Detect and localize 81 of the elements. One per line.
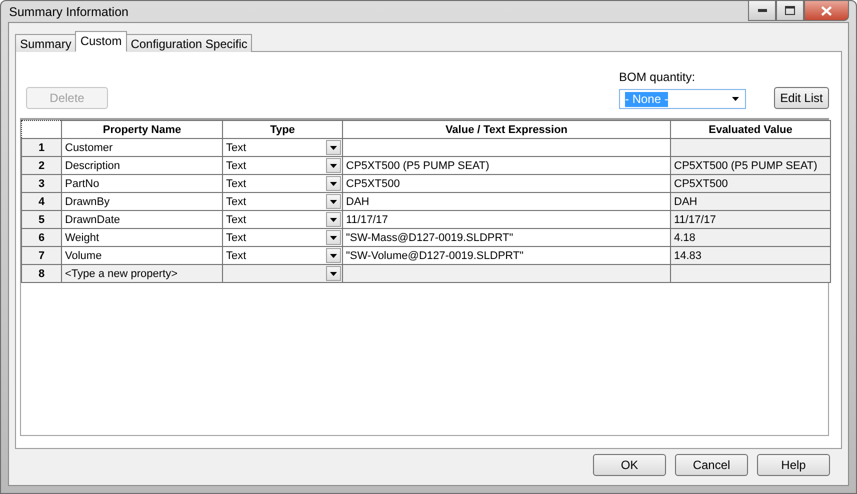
column-header: Value / Text Expression: [342, 120, 670, 138]
caret-icon: [330, 164, 337, 168]
value-cell[interactable]: "SW-Volume@D127-0019.SLDPRT": [342, 246, 670, 264]
dropdown-button[interactable]: [326, 140, 341, 155]
type-text: Text: [226, 196, 246, 208]
caret-icon: [330, 182, 337, 186]
type-cell[interactable]: Text: [222, 192, 342, 210]
column-header: Evaluated Value: [670, 120, 830, 138]
tab[interactable]: Summary: [15, 34, 76, 52]
evaluated-value-cell: DAH: [670, 192, 830, 210]
type-cell[interactable]: Text: [222, 246, 342, 264]
column-header: Type: [222, 120, 342, 138]
property-name-cell[interactable]: DrawnDate: [62, 210, 222, 228]
window-title: Summary Information: [8, 4, 128, 18]
type-cell[interactable]: Text: [222, 210, 342, 228]
property-name-cell[interactable]: Description: [62, 156, 222, 174]
dialog-button[interactable]: Help: [757, 454, 830, 476]
property-name-cell[interactable]: DrawnBy: [62, 192, 222, 210]
caret-icon: [330, 218, 337, 222]
close-icon: [821, 6, 832, 16]
type-text: Text: [226, 160, 246, 172]
row-number: 4: [22, 192, 62, 210]
dropdown-button[interactable]: [326, 248, 341, 263]
property-name-cell[interactable]: PartNo: [62, 174, 222, 192]
caret-icon: [330, 236, 337, 240]
minimize-button[interactable]: [748, 1, 776, 21]
column-header: Property Name: [62, 120, 222, 138]
value-cell[interactable]: 11/17/17: [342, 210, 670, 228]
edit-list-button[interactable]: Edit List: [774, 87, 829, 109]
type-text: Text: [226, 142, 246, 154]
evaluated-value-cell: CP5XT500: [670, 174, 830, 192]
caret-icon: [330, 254, 337, 258]
value-cell[interactable]: "SW-Mass@D127-0019.SLDPRT": [342, 228, 670, 246]
caret-icon: [330, 272, 337, 276]
row-number: 7: [22, 246, 62, 264]
row-number: 1: [22, 138, 62, 156]
dropdown-button[interactable]: [326, 212, 341, 227]
maximize-button[interactable]: [776, 1, 804, 21]
property-name-cell[interactable]: Weight: [62, 228, 222, 246]
property-name-cell[interactable]: Volume: [62, 246, 222, 264]
bom-quantity-label: BOM quantity:: [619, 70, 696, 84]
dropdown-button[interactable]: [326, 176, 341, 191]
row-number: 6: [22, 228, 62, 246]
evaluated-value-cell: 14.83: [670, 246, 830, 264]
value-cell[interactable]: [342, 264, 670, 282]
type-text: Text: [226, 214, 246, 226]
value-cell[interactable]: CP5XT500: [342, 174, 670, 192]
value-cell[interactable]: [342, 138, 670, 156]
type-text: Text: [226, 250, 246, 262]
evaluated-value-cell: 11/17/17: [670, 210, 830, 228]
type-cell[interactable]: Text: [222, 228, 342, 246]
caret-icon: [330, 146, 337, 150]
property-name-cell[interactable]: <Type a new property>: [62, 264, 222, 282]
evaluated-value-cell: CP5XT500 (P5 PUMP SEAT): [670, 156, 830, 174]
type-cell[interactable]: Text: [222, 156, 342, 174]
property-name-cell[interactable]: Customer: [62, 138, 222, 156]
minimize-icon: [758, 9, 766, 12]
tab[interactable]: Configuration Specific: [126, 34, 252, 52]
dialog-button[interactable]: Cancel: [675, 454, 748, 476]
type-cell[interactable]: Text: [222, 138, 342, 156]
type-cell[interactable]: Text: [222, 174, 342, 192]
row-number: 3: [22, 174, 62, 192]
value-cell[interactable]: DAH: [342, 192, 670, 210]
type-text: Text: [226, 178, 246, 190]
dialog-button[interactable]: OK: [593, 454, 666, 476]
caret-icon: [732, 97, 739, 101]
type-cell[interactable]: [222, 264, 342, 282]
tab[interactable]: Custom: [75, 31, 127, 52]
dropdown-button[interactable]: [326, 230, 341, 245]
value-cell[interactable]: CP5XT500 (P5 PUMP SEAT): [342, 156, 670, 174]
evaluated-value-cell: 4.18: [670, 228, 830, 246]
maximize-icon: [785, 6, 795, 15]
row-number: 2: [22, 156, 62, 174]
close-button[interactable]: [804, 1, 849, 21]
type-text: Text: [226, 232, 246, 244]
row-number: 8: [22, 264, 62, 282]
row-number: 5: [22, 210, 62, 228]
dropdown-button[interactable]: [326, 194, 341, 209]
dropdown-button[interactable]: [326, 266, 341, 281]
caret-icon: [330, 200, 337, 204]
dropdown-button[interactable]: [326, 158, 341, 173]
